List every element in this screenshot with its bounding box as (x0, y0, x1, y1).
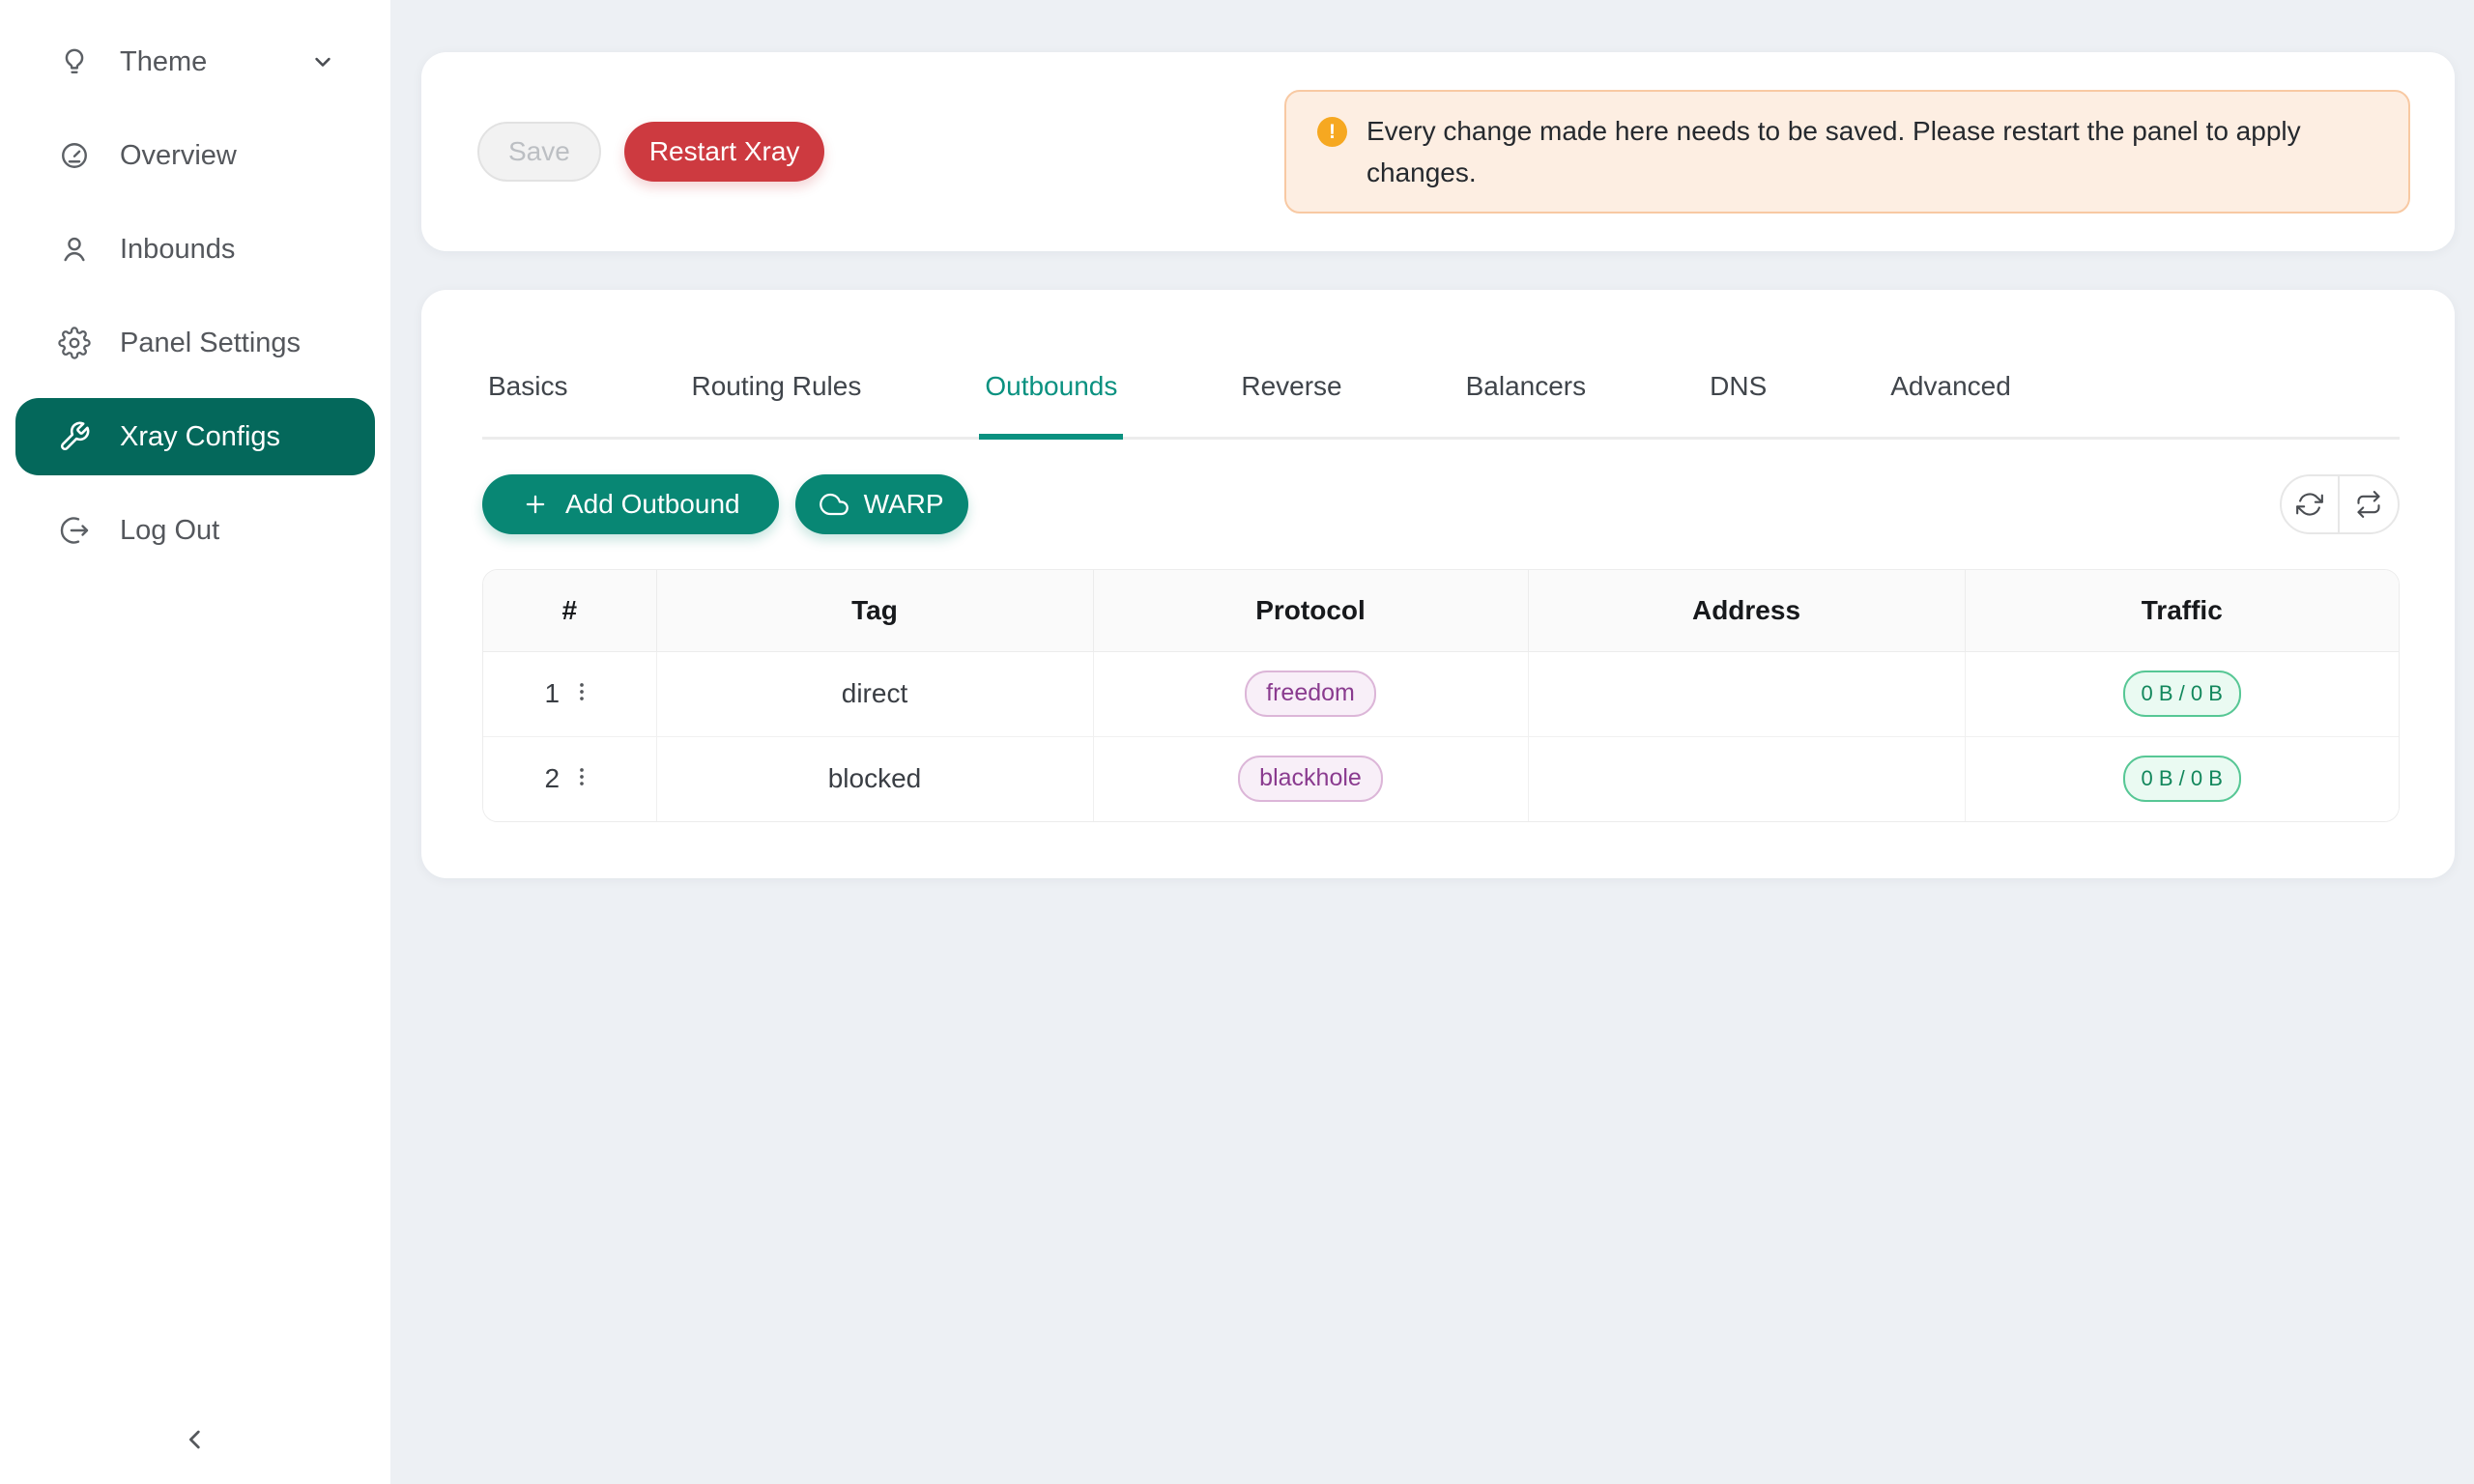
tab-advanced[interactable]: Advanced (1884, 371, 2017, 440)
gear-icon (58, 327, 91, 359)
user-icon (58, 233, 91, 266)
sidebar: Theme Overview (0, 0, 390, 1484)
column-header-tag: Tag (656, 570, 1093, 651)
sidebar-item-label: Xray Configs (120, 421, 280, 453)
sidebar-item-label: Panel Settings (120, 328, 301, 359)
tab-routing-rules[interactable]: Routing Rules (685, 371, 867, 440)
plus-icon (521, 490, 550, 519)
sidebar-nav: Theme Overview (0, 0, 390, 569)
sidebar-item-overview[interactable]: Overview (15, 117, 375, 194)
chevron-left-icon (180, 1424, 211, 1455)
tab-outbounds[interactable]: Outbounds (979, 371, 1123, 440)
sidebar-item-label: Theme (120, 46, 207, 78)
traffic-badge: 0 B / 0 B (2123, 756, 2241, 802)
warp-button[interactable]: WARP (795, 474, 968, 534)
row-menu-icon[interactable] (569, 679, 594, 708)
table-header-row: # Tag Protocol Address Traffic (483, 570, 2399, 651)
lightbulb-icon (58, 45, 91, 78)
sidebar-item-label: Overview (120, 140, 237, 172)
logout-icon (58, 514, 91, 547)
toolbar-card: Save Restart Xray ! Every change made he… (421, 52, 2455, 251)
restart-xray-button[interactable]: Restart Xray (624, 122, 825, 182)
column-header-protocol: Protocol (1093, 570, 1528, 651)
sidebar-item-label: Inbounds (120, 234, 235, 266)
protocol-badge: freedom (1245, 671, 1376, 717)
outbounds-table: # Tag Protocol Address Traffic 1 (482, 569, 2400, 822)
column-header-traffic: Traffic (1965, 570, 2399, 651)
tab-dns[interactable]: DNS (1704, 371, 1772, 440)
column-header-address: Address (1528, 570, 1965, 651)
table-tools-group (2280, 474, 2400, 534)
cell-address (1528, 736, 1965, 821)
sidebar-item-log-out[interactable]: Log Out (15, 492, 375, 569)
warning-icon: ! (1317, 117, 1347, 147)
sidebar-item-label: Log Out (120, 515, 219, 547)
config-tab-bar: Basics Routing Rules Outbounds Reverse B… (482, 371, 2400, 440)
cell-tag: blocked (656, 736, 1093, 821)
chevron-down-icon (309, 48, 336, 75)
outbounds-actions-row: Add Outbound WARP (482, 474, 2400, 534)
add-outbound-label: Add Outbound (565, 489, 740, 520)
cell-address (1528, 651, 1965, 736)
refresh-button[interactable] (2282, 476, 2340, 532)
row-menu-icon[interactable] (569, 764, 594, 793)
sidebar-collapse-button[interactable] (172, 1416, 218, 1463)
cell-tag: direct (656, 651, 1093, 736)
warning-alert: ! Every change made here needs to be sav… (1284, 90, 2410, 214)
save-button[interactable]: Save (477, 122, 601, 182)
gauge-icon (58, 139, 91, 172)
tab-reverse[interactable]: Reverse (1235, 371, 1347, 440)
sidebar-item-panel-settings[interactable]: Panel Settings (15, 304, 375, 382)
column-header-index: # (483, 570, 656, 651)
sidebar-item-xray-configs[interactable]: Xray Configs (15, 398, 375, 475)
tab-basics[interactable]: Basics (482, 371, 573, 440)
sidebar-item-inbounds[interactable]: Inbounds (15, 211, 375, 288)
main-content: Save Restart Xray ! Every change made he… (390, 0, 2474, 1484)
xray-config-card: Basics Routing Rules Outbounds Reverse B… (421, 290, 2455, 878)
repeat-button[interactable] (2340, 476, 2398, 532)
warning-alert-text: Every change made here needs to be saved… (1366, 110, 2381, 193)
row-index: 2 (544, 763, 560, 794)
warp-label: WARP (864, 489, 944, 520)
traffic-badge: 0 B / 0 B (2123, 671, 2241, 717)
tab-balancers[interactable]: Balancers (1460, 371, 1593, 440)
cloud-icon (820, 490, 849, 519)
add-outbound-button[interactable]: Add Outbound (482, 474, 779, 534)
row-index: 1 (544, 678, 560, 709)
protocol-badge: blackhole (1238, 756, 1383, 802)
table-row: 2 blocked blackhole (483, 736, 2399, 821)
sidebar-item-theme[interactable]: Theme (15, 23, 375, 100)
table-row: 1 direct freedom (483, 651, 2399, 736)
repeat-icon (2355, 491, 2382, 518)
wrench-icon (58, 420, 91, 453)
sync-icon (2296, 491, 2323, 518)
